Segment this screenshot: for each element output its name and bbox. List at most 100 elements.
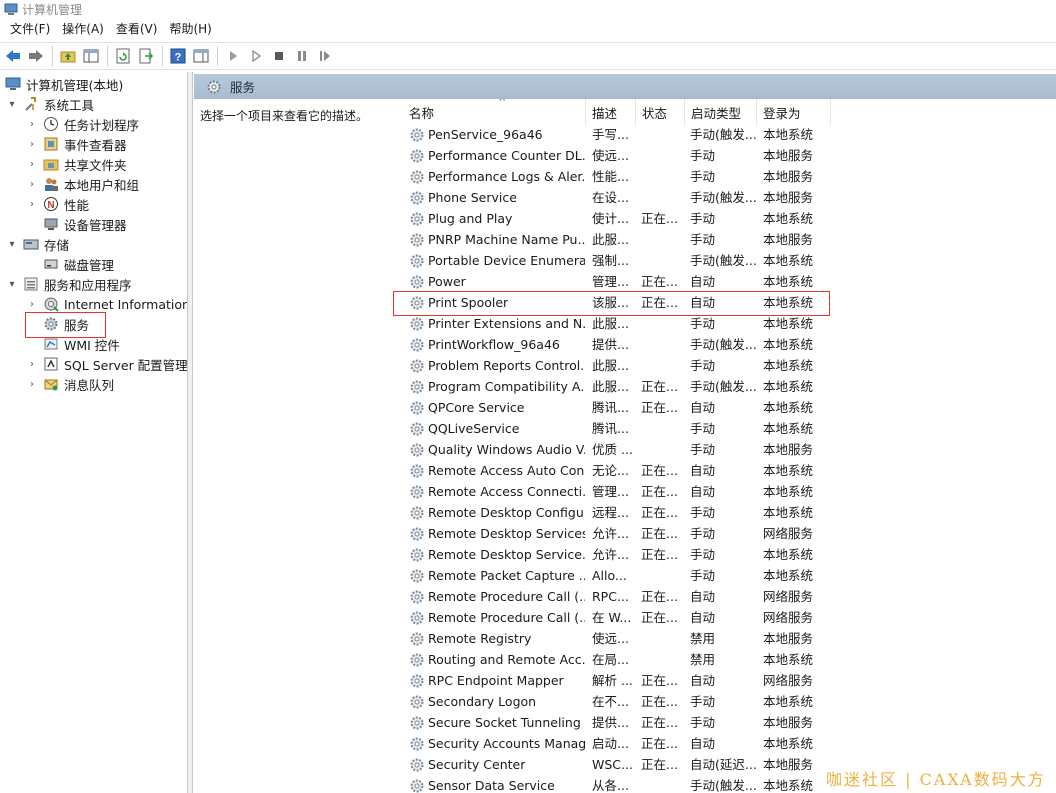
restart-service-button[interactable] — [314, 45, 336, 67]
properties-icon — [193, 49, 209, 63]
service-description: 无论... — [592, 463, 629, 478]
console-tree: 计算机管理(本地) ▾ 系统工具 › 任务计划程序 › 事件查看器 › 共享文件… — [0, 72, 188, 793]
service-name-cell: Routing and Remote Acc... — [409, 649, 585, 670]
menu-file[interactable]: 文件(F) — [4, 19, 56, 39]
service-name: Quality Windows Audio V... — [428, 442, 585, 457]
up-folder-button[interactable] — [57, 45, 79, 67]
tree-item-storage[interactable]: ▾ 存储 — [6, 234, 69, 254]
refresh-button[interactable] — [112, 45, 134, 67]
service-row[interactable]: PenService_96a46 手写... 手动(触发... 本地系统 — [397, 124, 1056, 145]
tree-item-shared-folders[interactable]: › 共享文件夹 — [26, 154, 127, 174]
service-row[interactable]: Problem Reports Control... 此服... 手动 本地系统 — [397, 355, 1056, 376]
chevron-down-icon[interactable]: ▾ — [6, 238, 18, 250]
service-startup-type: 手动 — [690, 421, 716, 436]
service-row[interactable]: QPCore Service 腾讯... 正在... 自动 本地系统 — [397, 397, 1056, 418]
chevron-right-icon[interactable]: › — [26, 378, 38, 390]
column-header-name[interactable]: 名称 ^ — [403, 99, 586, 125]
tree-item-task-scheduler[interactable]: › 任务计划程序 — [26, 114, 139, 134]
service-row[interactable]: Program Compatibility A... 此服... 正在... 手动(触… — [397, 376, 1056, 397]
chevron-right-icon[interactable]: › — [26, 158, 38, 170]
service-name-cell: Secondary Logon — [409, 691, 585, 712]
chevron-right-icon[interactable]: › — [26, 118, 38, 130]
chevron-right-icon[interactable]: › — [26, 358, 38, 370]
start-service-alt-button[interactable] — [245, 45, 267, 67]
column-header-description[interactable]: 描述 — [586, 99, 636, 125]
service-logon-as: 网络服务 — [763, 610, 814, 625]
service-row[interactable]: Phone Service 在设... 手动(触发... 本地服务 — [397, 187, 1056, 208]
service-row[interactable]: Security Accounts Manag... 启动... 正在... 自动 本地… — [397, 733, 1056, 754]
service-row[interactable]: PNRP Machine Name Pu... 此服... 手动 本地服务 — [397, 229, 1056, 250]
export-button[interactable] — [135, 45, 157, 67]
service-row[interactable]: QQLiveService 腾讯... 手动 本地系统 — [397, 418, 1056, 439]
chevron-down-icon[interactable]: ▾ — [6, 98, 18, 110]
service-row[interactable]: Performance Counter DL... 使远... 手动 本地服务 — [397, 145, 1056, 166]
tree-item-performance[interactable]: › N 性能 — [26, 194, 89, 214]
menu-help[interactable]: 帮助(H) — [163, 19, 217, 39]
start-service-button[interactable] — [222, 45, 244, 67]
service-row[interactable]: Quality Windows Audio V... 优质 ... 手动 本地服务 — [397, 439, 1056, 460]
menu-action[interactable]: 操作(A) — [56, 19, 110, 39]
service-row[interactable]: Remote Desktop Configu... 远程... 正在... 手动 本地系… — [397, 502, 1056, 523]
service-row[interactable]: Remote Procedure Call (... 在 W... 正在... 自动 网… — [397, 607, 1056, 628]
stop-service-button[interactable] — [268, 45, 290, 67]
service-startup-type: 手动(触发... — [690, 253, 756, 268]
service-row[interactable]: Routing and Remote Acc... 在局... 禁用 本地系统 — [397, 649, 1056, 670]
service-row[interactable]: Remote Procedure Call (... RPC... 正在... 自动 网… — [397, 586, 1056, 607]
users-icon — [42, 175, 60, 193]
help-button[interactable]: ? — [167, 45, 189, 67]
service-row[interactable]: Remote Access Connecti... 管理... 正在... 自动 本地系… — [397, 481, 1056, 502]
menu-view[interactable]: 查看(V) — [110, 19, 164, 39]
service-row[interactable]: Plug and Play 使计... 正在... 手动 本地系统 — [397, 208, 1056, 229]
service-row[interactable]: Secondary Logon 在不... 正在... 手动 本地系统 — [397, 691, 1056, 712]
tree-root[interactable]: 计算机管理(本地) — [4, 74, 123, 94]
chevron-down-icon[interactable]: ▾ — [6, 278, 18, 290]
service-description: 解析 ... — [592, 673, 633, 688]
service-row[interactable]: PrintWorkflow_96a46 提供... 手动(触发... 本地系统 — [397, 334, 1056, 355]
service-row[interactable]: Remote Access Auto Con... 无论... 正在... 自动 本地系… — [397, 460, 1056, 481]
service-name: Remote Packet Capture ... — [428, 568, 585, 583]
tree-item-services-apps[interactable]: ▾ 服务和应用程序 — [6, 274, 132, 294]
column-header-logon[interactable]: 登录为 — [757, 99, 831, 125]
back-button[interactable] — [2, 45, 24, 67]
service-name-cell: Problem Reports Control... — [409, 355, 585, 376]
tree-item-wmi[interactable]: WMI 控件 — [42, 334, 120, 354]
tree-item-services[interactable]: 服务 — [42, 314, 89, 334]
pane-splitter[interactable] — [188, 72, 193, 793]
tree-item-event-viewer[interactable]: › 事件查看器 — [26, 134, 127, 154]
tree-item-sql-server[interactable]: › SQL Server 配置管理器 — [26, 354, 187, 374]
chevron-right-icon[interactable]: › — [26, 178, 38, 190]
tree-item-disk-management[interactable]: 磁盘管理 — [42, 254, 114, 274]
service-row[interactable]: Remote Desktop Service... 允许... 正在... 手动 本地系… — [397, 544, 1056, 565]
chevron-right-icon[interactable]: › — [26, 298, 38, 310]
forward-button[interactable] — [25, 45, 47, 67]
service-status: 正在... — [641, 736, 678, 751]
properties-button[interactable] — [190, 45, 212, 67]
service-row[interactable]: Print Spooler 该服... 正在... 自动 本地系统 — [397, 292, 1056, 313]
service-row[interactable]: Remote Desktop Services 允许... 正在... 手动 网络服务 — [397, 523, 1056, 544]
restart-icon — [320, 51, 330, 61]
tree-item-local-users[interactable]: › 本地用户和组 — [26, 174, 139, 194]
column-header-status[interactable]: 状态 — [636, 99, 685, 125]
tree-item-iis[interactable]: › Internet Information S — [26, 294, 187, 314]
service-row[interactable]: RPC Endpoint Mapper 解析 ... 正在... 自动 网络服务 — [397, 670, 1056, 691]
service-row[interactable]: Secure Socket Tunneling ... 提供... 正在... 手动 本… — [397, 712, 1056, 733]
service-gear-icon — [410, 359, 424, 372]
column-header-startup-type[interactable]: 启动类型 — [685, 99, 757, 125]
service-row[interactable]: Portable Device Enumera... 强制... 手动(触发... 本… — [397, 250, 1056, 271]
service-row[interactable]: Printer Extensions and N... 此服... 手动 本地系统 — [397, 313, 1056, 334]
tree-item-system-tools[interactable]: ▾ 系统工具 — [6, 94, 94, 114]
tree-item-device-manager[interactable]: 设备管理器 — [42, 214, 127, 234]
show-tree-button[interactable] — [80, 45, 102, 67]
service-row[interactable]: Power 管理... 正在... 自动 本地系统 — [397, 271, 1056, 292]
tree-item-message-queuing[interactable]: › 消息队列 — [26, 374, 114, 394]
service-status — [641, 334, 685, 355]
service-row[interactable]: Performance Logs & Aler... 性能... 手动 本地服务 — [397, 166, 1056, 187]
chevron-right-icon[interactable]: › — [26, 198, 38, 210]
service-row[interactable]: Remote Registry 使远... 禁用 本地服务 — [397, 628, 1056, 649]
chevron-right-icon[interactable]: › — [26, 138, 38, 150]
service-row[interactable]: Remote Packet Capture ... Allo... 手动 本地系统 — [397, 565, 1056, 586]
tree-item-label: 本地用户和组 — [64, 177, 140, 193]
show-tree-icon — [83, 49, 99, 63]
service-name: Remote Access Connecti... — [428, 484, 585, 499]
pause-service-button[interactable] — [291, 45, 313, 67]
